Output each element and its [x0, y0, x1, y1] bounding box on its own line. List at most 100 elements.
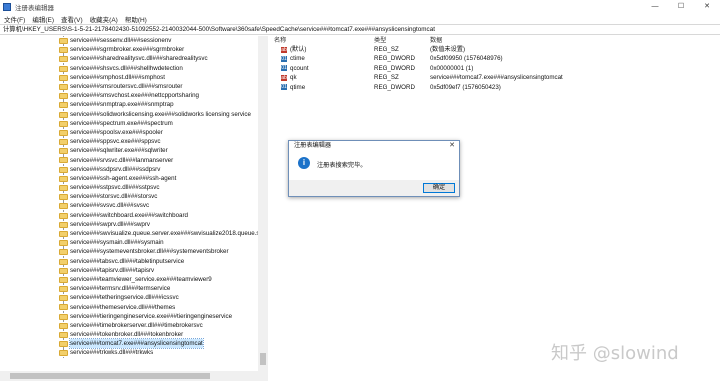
folder-icon: [59, 102, 68, 109]
values-pane[interactable]: 名称 类型 数据 ab (默认) REG_SZ (数值未设置) 01 ctime REG_D…: [270, 36, 720, 381]
tree-item[interactable]: service###timebrokerserver.dll###timebro…: [0, 320, 267, 330]
tree-item[interactable]: service###svsvc.dll###svsvc: [0, 201, 267, 211]
tree-item[interactable]: service###sgrmbroker.exe###sgrmbroker: [0, 45, 267, 55]
tree-item-label: service###tokenbroker.dll###tokenbroker: [70, 331, 184, 339]
tree-item-label: service###srvsvc.dll###lanmanserver: [70, 156, 174, 164]
address-bar[interactable]: 计算机\HKEY_USERS\S-1-5-21-2178402430-51092…: [0, 24, 720, 35]
tree-item-label: service###timebrokerserver.dll###timebro…: [70, 321, 203, 329]
tree-item-label: service###smsvchost.exe###nettcpportshar…: [70, 92, 199, 100]
tree-item[interactable]: service###smsroutersvc.dll###smsrouter: [0, 81, 267, 92]
tree-item-label: service###tapisrv.dll###tapisrv: [70, 266, 155, 274]
tree-item[interactable]: service###termsrv.dll###termservice: [0, 284, 267, 294]
folder-icon: [59, 258, 68, 265]
window-controls: — ☐ ✕: [642, 0, 720, 13]
dialog-message: 注册表搜索完毕。: [317, 162, 367, 169]
tree-item[interactable]: service###sysmain.dll###sysmain: [0, 238, 267, 248]
tree-item[interactable]: service###solidworkslicensing.exe###soli…: [0, 109, 267, 119]
tree-item[interactable]: service###swvisualize.queue.server.exe##…: [0, 228, 267, 239]
tree-item[interactable]: service###systemeventsbroker.dll###syste…: [0, 247, 267, 257]
tree-item-label: service###tieringengineservice.exe###tie…: [70, 312, 233, 320]
tree-item[interactable]: service###ssdpsrv.dll###ssdpsrv: [0, 164, 267, 174]
value-data: 0x5df09ef7 (1576050423): [430, 83, 501, 91]
tree-item[interactable]: service###sstpsvc.dll###sstpsvc: [0, 183, 267, 193]
value-type: REG_SZ: [374, 46, 399, 53]
menu-view[interactable]: 查看(V): [61, 14, 83, 24]
tree-item[interactable]: service###tomcat7.exe###ansyslicensingto…: [0, 338, 267, 350]
tree-item[interactable]: service###srvsvc.dll###lanmanserver: [0, 155, 267, 165]
tree-item-label: service###svsvc.dll###svsvc: [70, 202, 150, 210]
tree-item[interactable]: service###smphost.dll###smphost: [0, 72, 267, 82]
value-type: REG_DWORD: [374, 64, 415, 72]
value-data: 0x00000001 (1): [430, 64, 474, 72]
menu-file[interactable]: 文件(F): [4, 14, 25, 24]
dialog-close-icon[interactable]: ✕: [449, 141, 455, 150]
column-header-data[interactable]: 数据: [430, 36, 442, 45]
tree-item[interactable]: service###sqlwriter.exe###sqlwriter: [0, 146, 267, 156]
minimize-button[interactable]: —: [642, 0, 668, 13]
tree-item[interactable]: service###spectrum.exe###spectrum: [0, 118, 267, 128]
tree-item-label: service###sgrmbroker.exe###sgrmbroker: [70, 46, 185, 54]
folder-icon: [59, 166, 68, 173]
menu-edit[interactable]: 编辑(E): [32, 14, 54, 24]
folder-icon: [59, 267, 68, 274]
value-row[interactable]: ab (默认) REG_SZ (数值未设置): [270, 45, 720, 54]
tree-item[interactable]: service###sharedrealitysvc.dll###sharedr…: [0, 54, 267, 64]
tree-item[interactable]: service###spoolsv.exe###spooler: [0, 127, 267, 138]
tree-item-label: service###spectrum.exe###spectrum: [70, 119, 173, 127]
column-header-type[interactable]: 类型: [374, 36, 386, 45]
column-header-name[interactable]: 名称: [274, 36, 286, 45]
tree-item[interactable]: service###sppsvc.exe###sppsvc: [0, 137, 267, 147]
tree-item[interactable]: service###smsvchost.exe###nettcpportshar…: [0, 91, 267, 101]
menu-favorites[interactable]: 收藏夹(A): [90, 14, 118, 24]
folder-icon: [59, 175, 68, 182]
tree-item[interactable]: service###tabsvc.dll###tabletinputservic…: [0, 256, 267, 266]
value-data: service###tomcat7.exe###ansyslicensingto…: [430, 74, 563, 82]
tree-item-label: service###ssdpsrv.dll###ssdpsrv: [70, 165, 161, 173]
tree-item[interactable]: service###themeservice.dll###themes: [0, 302, 267, 312]
folder-icon: [59, 276, 68, 283]
tree-item-label: service###tomcat7.exe###ansyslicensingto…: [69, 338, 204, 350]
tree-item[interactable]: service###swprv.dll###swprv: [0, 219, 267, 229]
tree-item[interactable]: service###tetheringservice.dll###icssvc: [0, 293, 267, 303]
tree-item[interactable]: service###shsvcs.dll###shellhwdetection: [0, 63, 267, 73]
tree-horizontal-scrollbar[interactable]: [0, 371, 268, 381]
tree-item[interactable]: service###sessenv.dll###sessionenv: [0, 36, 267, 46]
value-row[interactable]: ab qk REG_SZ service###tomcat7.exe###ansysl…: [270, 73, 720, 82]
maximize-button[interactable]: ☐: [668, 0, 694, 13]
title-bar: 注册表编辑器 — ☐ ✕: [0, 0, 720, 13]
tree-item[interactable]: service###switchboard.exe###switchboard: [0, 210, 267, 220]
tree-item-label: service###sysmain.dll###sysmain: [70, 239, 164, 247]
tree-vertical-scrollbar[interactable]: [258, 36, 268, 371]
folder-icon: [59, 38, 68, 44]
folder-icon: [59, 295, 68, 302]
tree-item[interactable]: service###trkwks.dll###trkwks: [0, 348, 267, 358]
tree-item-label: service###systemeventsbroker.dll###syste…: [70, 248, 229, 256]
dialog-title: 注册表编辑器: [289, 141, 459, 150]
folder-icon: [59, 157, 68, 164]
tree-item[interactable]: service###tokenbroker.dll###tokenbroker: [0, 330, 267, 340]
tree-item[interactable]: service###tapisrv.dll###tapisrv: [0, 265, 267, 275]
folder-icon: [59, 111, 68, 118]
ok-button[interactable]: 确定: [423, 183, 455, 193]
tree-item[interactable]: service###snmptrap.exe###snmptrap: [0, 100, 267, 110]
close-button[interactable]: ✕: [694, 0, 720, 13]
scrollbar-thumb[interactable]: [10, 373, 210, 379]
tree-item[interactable]: service###ssh-agent.exe###ssh-agent: [0, 173, 267, 183]
value-row[interactable]: 01 qcount REG_DWORD 0x00000001 (1): [270, 64, 720, 73]
tree-item-label: service###snmptrap.exe###snmptrap: [70, 101, 174, 109]
scrollbar-thumb[interactable]: [260, 353, 266, 365]
tree-item[interactable]: service###teamviewer_service.exe###teamv…: [0, 274, 267, 285]
value-row[interactable]: 01 qtime REG_DWORD 0x5df09ef7 (1576050423): [270, 83, 720, 92]
value-type: REG_SZ: [374, 74, 399, 82]
folder-icon: [59, 313, 68, 320]
folder-icon: [59, 304, 68, 311]
menu-help[interactable]: 帮助(H): [125, 14, 147, 24]
tree-item[interactable]: service###tieringengineservice.exe###tie…: [0, 311, 267, 321]
folder-icon: [59, 221, 68, 228]
folder-icon: [59, 185, 68, 191]
tree-item-label: service###smsroutersvc.dll###smsrouter: [70, 83, 183, 91]
value-type: REG_DWORD: [374, 55, 415, 63]
value-row[interactable]: 01 ctime REG_DWORD 0x5df09950 (1576048976): [270, 54, 720, 63]
tree-item[interactable]: service###storsvc.dll###storsvc: [0, 192, 267, 202]
registry-tree[interactable]: service###sessenv.dll###sessionenv servic…: [0, 36, 268, 371]
